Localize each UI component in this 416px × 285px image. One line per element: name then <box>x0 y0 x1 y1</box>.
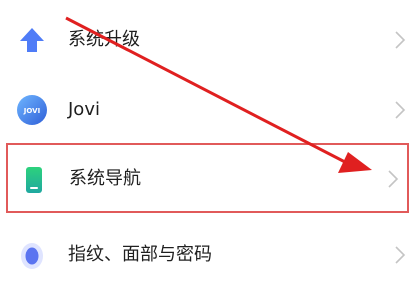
jovi-icon-text: JOVI <box>23 107 40 115</box>
fingerprint-icon <box>21 243 43 269</box>
chevron-right-icon <box>388 170 399 188</box>
settings-item-label: Jovi <box>68 99 100 120</box>
settings-list: 系统升级 JOVI Jovi 系统导航 指纹、面部与密码 <box>0 0 416 274</box>
settings-item-system-upgrade[interactable]: 系统升级 <box>0 10 416 70</box>
upgrade-arrow-icon <box>20 28 44 52</box>
settings-item-system-navigation[interactable]: 系统导航 <box>6 143 409 213</box>
chevron-right-icon <box>395 246 406 264</box>
chevron-right-icon <box>395 31 406 49</box>
settings-item-fingerprint-face-password[interactable]: 指纹、面部与密码 <box>0 225 416 285</box>
settings-item-label: 指纹、面部与密码 <box>68 244 212 265</box>
jovi-icon: JOVI <box>17 95 47 125</box>
chevron-right-icon <box>395 101 406 119</box>
settings-item-label: 系统升级 <box>68 29 140 50</box>
navigation-icon <box>26 167 42 193</box>
settings-item-jovi[interactable]: JOVI Jovi <box>0 80 416 140</box>
settings-item-label: 系统导航 <box>69 168 141 189</box>
